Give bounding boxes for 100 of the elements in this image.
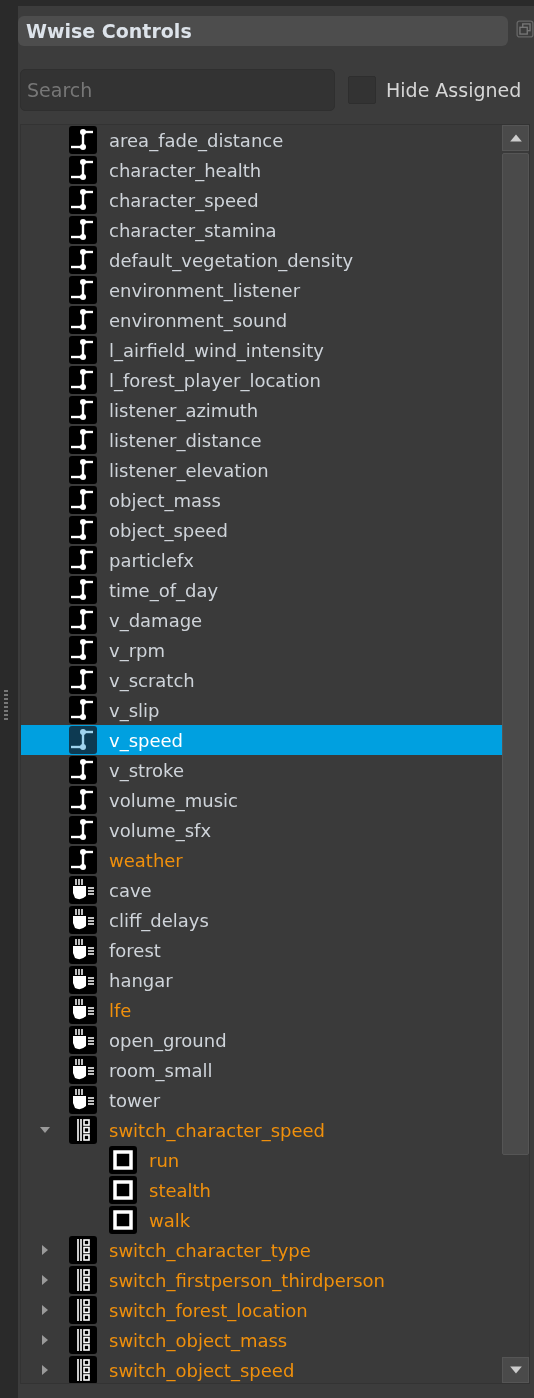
tree-item[interactable]: l_forest_player_location bbox=[21, 365, 502, 395]
tree-item[interactable]: v_scratch bbox=[21, 665, 502, 695]
item-label: run bbox=[149, 1149, 180, 1171]
item-label: stealth bbox=[149, 1179, 211, 1201]
item-label: switch_character_speed bbox=[109, 1119, 326, 1141]
tree-item[interactable]: v_rpm bbox=[21, 635, 502, 665]
tree-item[interactable]: volume_sfx bbox=[21, 815, 502, 845]
item-label: volume_sfx bbox=[109, 819, 212, 841]
scrollbar-thumb[interactable] bbox=[502, 153, 529, 1155]
search-field[interactable]: Search bbox=[20, 69, 335, 111]
switch-group-icon bbox=[69, 1356, 97, 1383]
item-label: particlefx bbox=[109, 549, 194, 571]
tree-item[interactable]: switch_forest_location bbox=[21, 1295, 502, 1325]
tree-item[interactable]: listener_elevation bbox=[21, 455, 502, 485]
tree-item[interactable]: open_ground bbox=[21, 1025, 502, 1055]
item-label: switch_object_speed bbox=[109, 1359, 295, 1381]
slider-connector-icon bbox=[69, 846, 97, 874]
switch-group-icon bbox=[69, 1296, 97, 1324]
checkbox-label[interactable]: Hide Assigned bbox=[386, 79, 522, 101]
tree-item[interactable]: listener_distance bbox=[21, 425, 502, 455]
item-label: listener_elevation bbox=[109, 459, 269, 481]
scrollbar[interactable] bbox=[502, 125, 529, 1383]
tree-item[interactable]: time_of_day bbox=[21, 575, 502, 605]
tree-item[interactable]: v_damage bbox=[21, 605, 502, 635]
item-label: time_of_day bbox=[109, 579, 219, 601]
item-label: l_forest_player_location bbox=[109, 369, 321, 391]
slider-connector-icon bbox=[69, 396, 97, 424]
tree-item[interactable]: cliff_delays bbox=[21, 905, 502, 935]
item-label: volume_music bbox=[109, 789, 238, 811]
tree-item[interactable]: cave bbox=[21, 875, 502, 905]
slider-connector-icon bbox=[69, 246, 97, 274]
tree-item[interactable]: default_vegetation_density bbox=[21, 245, 502, 275]
item-label: l_airfield_wind_intensity bbox=[109, 339, 324, 361]
tree-item[interactable]: forest bbox=[21, 935, 502, 965]
tree-item[interactable]: switch_firstperson_thirdperson bbox=[21, 1265, 502, 1295]
item-label: v_speed bbox=[109, 729, 184, 751]
tree-item[interactable]: tower bbox=[21, 1085, 502, 1115]
slider-connector-icon bbox=[69, 216, 97, 244]
tree-item[interactable]: character_health bbox=[21, 155, 502, 185]
switch-group-icon bbox=[69, 1116, 97, 1144]
tree-item[interactable]: environment_sound bbox=[21, 305, 502, 335]
scroll-down-button[interactable] bbox=[502, 1357, 529, 1383]
scroll-up-button[interactable] bbox=[502, 125, 529, 151]
tree-item[interactable]: v_stroke bbox=[21, 755, 502, 785]
item-label: cave bbox=[109, 879, 152, 901]
switch-group-icon bbox=[69, 1326, 97, 1354]
tree-item[interactable]: run bbox=[21, 1145, 502, 1175]
item-label: v_damage bbox=[109, 609, 203, 631]
tree-item[interactable]: area_fade_distance bbox=[21, 125, 502, 155]
tree-item[interactable]: character_stamina bbox=[21, 215, 502, 245]
tree-item[interactable]: object_speed bbox=[21, 515, 502, 545]
item-label: character_stamina bbox=[109, 219, 277, 241]
tree-item[interactable]: weather bbox=[21, 845, 502, 875]
hand-icon bbox=[69, 906, 97, 934]
square-icon bbox=[109, 1146, 137, 1174]
undock-icon[interactable] bbox=[516, 20, 534, 38]
item-label: object_mass bbox=[109, 489, 221, 511]
item-label: hangar bbox=[109, 969, 173, 991]
slider-connector-icon bbox=[69, 516, 97, 544]
slider-connector-icon bbox=[69, 636, 97, 664]
item-label: area_fade_distance bbox=[109, 129, 284, 151]
square-icon bbox=[109, 1176, 137, 1204]
item-label: weather bbox=[109, 849, 183, 871]
item-label: room_small bbox=[109, 1059, 213, 1081]
slider-connector-icon bbox=[69, 546, 97, 574]
tree-item[interactable]: switch_object_mass bbox=[21, 1325, 502, 1355]
splitter-handle[interactable] bbox=[4, 690, 8, 720]
tree-item[interactable]: hangar bbox=[21, 965, 502, 995]
slider-connector-icon bbox=[69, 156, 97, 184]
slider-connector-icon bbox=[69, 486, 97, 514]
tree-item[interactable]: object_mass bbox=[21, 485, 502, 515]
hand-icon bbox=[69, 1086, 97, 1114]
tree-item[interactable]: room_small bbox=[21, 1055, 502, 1085]
item-label: lfe bbox=[109, 999, 132, 1021]
item-label: object_speed bbox=[109, 519, 228, 541]
tree-item[interactable]: character_speed bbox=[21, 185, 502, 215]
item-label: character_health bbox=[109, 159, 262, 181]
tree-item[interactable]: listener_azimuth bbox=[21, 395, 502, 425]
tree-item[interactable]: l_airfield_wind_intensity bbox=[21, 335, 502, 365]
slider-connector-icon bbox=[69, 456, 97, 484]
tree-item[interactable]: particlefx bbox=[21, 545, 502, 575]
slider-connector-icon bbox=[69, 696, 97, 724]
tree-item[interactable]: switch_object_speed bbox=[21, 1355, 502, 1383]
slider-connector-icon bbox=[69, 786, 97, 814]
slider-connector-icon bbox=[69, 366, 97, 394]
tree-item[interactable]: stealth bbox=[21, 1175, 502, 1205]
panel-title: Wwise Controls bbox=[26, 20, 192, 42]
tree-item[interactable]: lfe bbox=[21, 995, 502, 1025]
item-label: open_ground bbox=[109, 1029, 227, 1051]
tree-item[interactable]: volume_music bbox=[21, 785, 502, 815]
item-label: default_vegetation_density bbox=[109, 249, 354, 271]
tree-item[interactable]: walk bbox=[21, 1205, 502, 1235]
tree-item[interactable]: environment_listener bbox=[21, 275, 502, 305]
hand-icon bbox=[69, 876, 97, 904]
slider-connector-icon bbox=[69, 666, 97, 694]
tree-item[interactable]: switch_character_type bbox=[21, 1235, 502, 1265]
tree-item[interactable]: switch_character_speed bbox=[21, 1115, 502, 1145]
item-label: switch_character_type bbox=[109, 1239, 311, 1261]
item-label: character_speed bbox=[109, 189, 259, 211]
tree-item[interactable]: v_slip bbox=[21, 695, 502, 725]
